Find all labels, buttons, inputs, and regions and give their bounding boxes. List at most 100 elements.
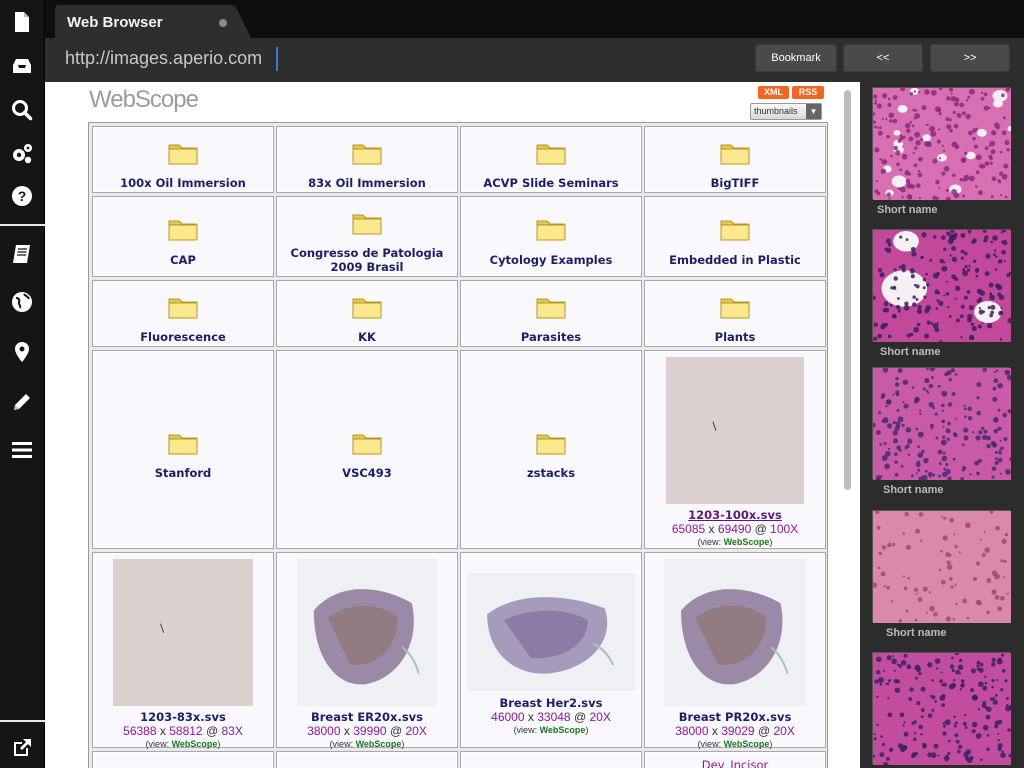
folder-cell[interactable]: Plants bbox=[644, 280, 826, 347]
pencil-icon[interactable] bbox=[6, 386, 38, 418]
folder-cell[interactable]: CAP bbox=[92, 196, 274, 277]
back-button[interactable]: << bbox=[843, 44, 923, 72]
slide-thumbnail[interactable] bbox=[666, 357, 804, 504]
tab-strip: Web Browser bbox=[45, 0, 1024, 38]
folder-label[interactable]: CAP bbox=[93, 253, 273, 267]
folder-label[interactable]: Parasites bbox=[461, 330, 641, 344]
webscope-view-link[interactable]: WebScope bbox=[724, 537, 770, 547]
folder-label[interactable]: Embedded in Plastic bbox=[645, 253, 825, 267]
histology-thumbnail[interactable] bbox=[870, 365, 1013, 482]
webscope-view-link[interactable]: WebScope bbox=[540, 725, 586, 735]
folder-cell[interactable]: BigTIFF bbox=[644, 126, 826, 193]
dim-separator: x bbox=[527, 710, 534, 724]
folder-cell[interactable] bbox=[460, 751, 642, 768]
folder-label[interactable]: 100x Oil Immersion bbox=[93, 176, 273, 190]
forward-button[interactable]: >> bbox=[930, 44, 1010, 72]
folder-cell[interactable]: Congresso de Patologia 2009 Brasil bbox=[276, 196, 458, 277]
slide-dimensions: 56388 x 58812 @ 83X bbox=[93, 724, 273, 738]
slide-thumbnail[interactable] bbox=[664, 559, 806, 706]
slide-name-link[interactable]: Dev_Incisor bbox=[645, 758, 825, 768]
notebook-icon[interactable] bbox=[6, 238, 38, 270]
slide-thumbnail[interactable] bbox=[467, 573, 635, 691]
folder-icon bbox=[168, 220, 198, 241]
slide-name-link[interactable]: Breast Her2.svs bbox=[461, 696, 641, 710]
rss-badge[interactable]: RSS bbox=[792, 86, 824, 99]
slide-cell[interactable]: Dev_Incisor bbox=[644, 751, 826, 768]
url-input[interactable] bbox=[65, 48, 285, 69]
slide-height: 39029 bbox=[721, 724, 755, 738]
slide-height: 39990 bbox=[353, 724, 387, 738]
folder-cell[interactable]: 100x Oil Immersion bbox=[92, 126, 274, 193]
folder-icon bbox=[352, 144, 382, 165]
folder-cell[interactable]: ACVP Slide Seminars bbox=[460, 126, 642, 193]
view-suffix: ) bbox=[401, 739, 405, 749]
webscope-view-link[interactable]: WebScope bbox=[172, 739, 218, 749]
thumbnail-panel: Short name Short name Short name Short name bbox=[860, 82, 1024, 768]
folder-cell[interactable]: KK bbox=[276, 280, 458, 347]
bookmark-button[interactable]: Bookmark bbox=[755, 44, 837, 72]
scrollbar-thumb[interactable] bbox=[844, 90, 851, 490]
dim-separator: x bbox=[159, 724, 166, 738]
folder-cell[interactable]: Fluorescence bbox=[92, 280, 274, 347]
slide-thumbnail[interactable] bbox=[297, 559, 437, 706]
folder-label[interactable]: zstacks bbox=[461, 466, 641, 480]
folder-cell[interactable]: Stanford bbox=[92, 350, 274, 549]
folder-cell[interactable]: VSC493 bbox=[276, 350, 458, 549]
folder-label[interactable]: Plants bbox=[645, 330, 825, 344]
slide-cell[interactable]: Breast Her2.svs 46000 x 33048 @ 20X (view:… bbox=[460, 552, 642, 748]
folder-cell[interactable]: Parasites bbox=[460, 280, 642, 347]
folder-cell[interactable]: zstacks bbox=[460, 350, 642, 549]
folder-label[interactable]: Stanford bbox=[93, 466, 273, 480]
view-mode-select[interactable]: thumbnails ▼ bbox=[750, 103, 822, 120]
external-link-icon[interactable] bbox=[6, 732, 38, 764]
webscope-logo: WebScope bbox=[89, 86, 199, 113]
gears-icon[interactable] bbox=[6, 138, 38, 170]
slide-width: 65085 bbox=[671, 522, 706, 536]
folder-cell[interactable] bbox=[92, 751, 274, 768]
slide-cell[interactable]: Breast ER20x.svs 38000 x 39990 @ 20X (view… bbox=[276, 552, 458, 749]
slide-cell[interactable]: 1203-83x.svs 56388 x 58812 @ 83X (view: We… bbox=[92, 552, 274, 749]
histology-thumbnail[interactable] bbox=[871, 227, 1014, 344]
folder-label[interactable]: VSC493 bbox=[277, 466, 457, 480]
tab-close-dot-icon[interactable] bbox=[219, 19, 227, 27]
xml-badge[interactable]: XML bbox=[758, 86, 789, 99]
side-thumbnail-item[interactable]: Short name bbox=[870, 365, 1013, 496]
webscope-view-link[interactable]: WebScope bbox=[724, 739, 770, 749]
folder-label[interactable]: Congresso de Patologia 2009 Brasil bbox=[277, 246, 457, 274]
folder-cell[interactable]: Cytology Examples bbox=[460, 196, 642, 277]
folder-label[interactable]: 83x Oil Immersion bbox=[277, 176, 457, 190]
slide-name-link[interactable]: Breast ER20x.svs bbox=[277, 710, 457, 724]
map-pin-icon[interactable] bbox=[6, 336, 38, 368]
slide-cell[interactable]: Breast PR20x.svs 38000 x 39029 @ 20X (view… bbox=[644, 552, 826, 749]
help-icon[interactable]: ? bbox=[6, 180, 38, 212]
document-icon[interactable] bbox=[6, 6, 38, 38]
slide-thumbnail[interactable] bbox=[113, 559, 253, 706]
folder-label[interactable]: ACVP Slide Seminars bbox=[461, 176, 641, 190]
inbox-icon[interactable] bbox=[6, 50, 38, 82]
view-suffix: ) bbox=[769, 739, 773, 749]
slide-name-link[interactable]: 1203-100x.svs bbox=[645, 508, 825, 522]
list-icon[interactable] bbox=[6, 434, 38, 466]
folder-cell[interactable] bbox=[276, 751, 458, 768]
histology-thumbnail[interactable] bbox=[871, 86, 1014, 202]
side-thumbnail-item[interactable]: Short name bbox=[871, 509, 1011, 639]
chevron-down-icon: ▼ bbox=[806, 104, 821, 119]
side-thumbnail-item[interactable] bbox=[872, 650, 1014, 768]
slide-cell[interactable]: 1203-100x.svs 65085 x 69490 @ 100X (view: … bbox=[644, 350, 826, 549]
folder-cell[interactable]: Embedded in Plastic bbox=[644, 196, 826, 277]
folder-label[interactable]: KK bbox=[277, 330, 457, 344]
globe-icon[interactable] bbox=[6, 286, 38, 318]
webscope-view-link[interactable]: WebScope bbox=[356, 739, 402, 749]
histology-thumbnail[interactable] bbox=[871, 509, 1011, 623]
search-icon[interactable] bbox=[6, 94, 38, 126]
folder-label[interactable]: Cytology Examples bbox=[461, 253, 641, 267]
side-thumbnail-item[interactable]: Short name bbox=[871, 86, 1014, 216]
side-thumbnail-item[interactable]: Short name bbox=[871, 227, 1014, 358]
tab-web-browser[interactable]: Web Browser bbox=[55, 5, 251, 38]
histology-thumbnail[interactable] bbox=[872, 650, 1014, 768]
folder-label[interactable]: BigTIFF bbox=[645, 176, 825, 190]
slide-name-link[interactable]: Breast PR20x.svs bbox=[645, 710, 825, 724]
folder-label[interactable]: Fluorescence bbox=[93, 330, 273, 344]
folder-cell[interactable]: 83x Oil Immersion bbox=[276, 126, 458, 193]
slide-name-link[interactable]: 1203-83x.svs bbox=[93, 710, 273, 724]
